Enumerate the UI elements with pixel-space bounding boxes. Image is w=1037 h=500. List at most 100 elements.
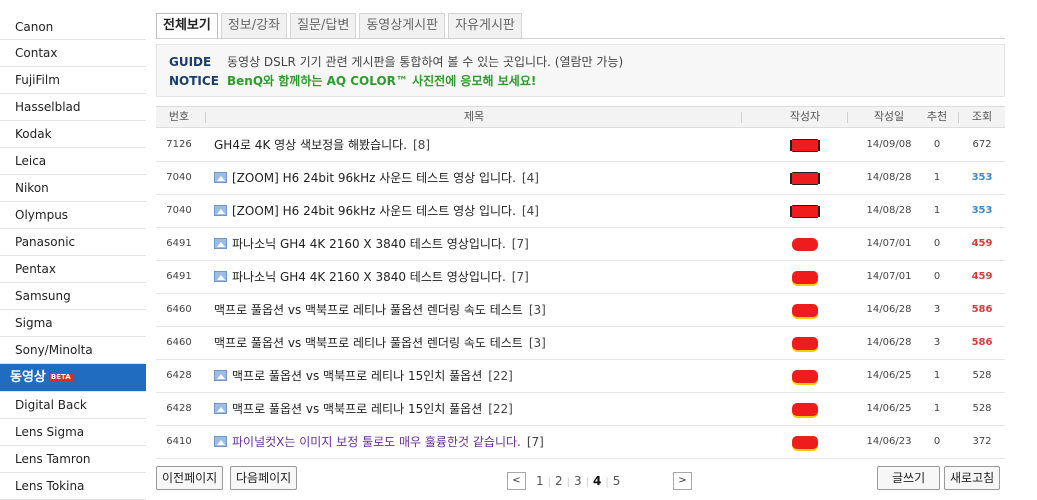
table-row[interactable]: 6460 맥프로 풀옵션 vs 맥북프로 레티나 풀옵션 렌더링 속도 테스트 [… — [156, 294, 1005, 327]
table-row[interactable]: 6428 맥프로 풀옵션 vs 맥북프로 레티나 15인치 풀옵션 [22] 14… — [156, 360, 1005, 393]
sidebar-item-panasonic[interactable]: Panasonic — [0, 229, 146, 256]
post-number: 6491 — [166, 271, 192, 282]
comment-count: [7] — [511, 237, 529, 251]
tab-free-board[interactable]: 자유게시판 — [448, 13, 522, 39]
guide-text: 동영상 DSLR 기기 관련 게시판을 통합하여 볼 수 있는 곳입니다. (열… — [227, 55, 624, 69]
post-title[interactable]: 맥프로 풀옵션 vs 맥북프로 레티나 15인치 풀옵션 — [232, 402, 482, 416]
write-button[interactable]: 글쓰기 — [877, 466, 941, 490]
post-date: 14/06/23 — [866, 436, 912, 447]
table-row[interactable]: 7126 GH4로 4K 영상 색보정을 해봤습니다. [8] 14/09/08 … — [156, 129, 1005, 162]
prev-page-button[interactable]: 이전페이지 — [156, 466, 224, 490]
next-page-button[interactable]: 다음페이지 — [230, 466, 298, 490]
header-author: 작성자 — [789, 110, 821, 123]
pagination-prev-button[interactable]: < — [507, 472, 526, 490]
post-title[interactable]: [ZOOM] H6 24bit 96kHz 사운드 테스트 영상 입니다. — [232, 171, 516, 185]
sidebar-item-samsung[interactable]: Samsung — [0, 283, 146, 310]
post-title[interactable]: 맥프로 풀옵션 vs 맥북프로 레티나 풀옵션 렌더링 속도 테스트 — [214, 303, 523, 317]
post-title-cell: [ZOOM] H6 24bit 96kHz 사운드 테스트 영상 입니다. [4] — [214, 162, 734, 194]
table-row[interactable]: 6491 파나소닉 GH4 4K 2160 X 3840 테스트 영상입니다. [… — [156, 228, 1005, 261]
sidebar-item-contax[interactable]: Contax — [0, 40, 146, 67]
table-row[interactable]: 7040 [ZOOM] H6 24bit 96kHz 사운드 테스트 영상 입니… — [156, 162, 1005, 195]
table-row[interactable]: 6428 맥프로 풀옵션 vs 맥북프로 레티나 15인치 풀옵션 [22] 14… — [156, 393, 1005, 426]
page-separator: | — [566, 477, 571, 488]
page-link-3[interactable]: 3 — [574, 474, 582, 488]
page-link-current[interactable]: 4 — [593, 474, 601, 488]
post-date: 14/07/01 — [866, 271, 912, 282]
author-cell — [776, 162, 834, 194]
header-views: 조회 — [971, 110, 993, 123]
sidebar-item-digital-back[interactable]: Digital Back — [0, 392, 146, 419]
post-number: 6428 — [166, 403, 192, 414]
page-separator: | — [585, 477, 590, 488]
author-redacted[interactable] — [792, 337, 818, 350]
sidebar-item-lens-sigma[interactable]: Lens Sigma — [0, 419, 146, 446]
tab-info[interactable]: 정보/강좌 — [220, 13, 288, 39]
sidebar-item-sony-minolta[interactable]: Sony/Minolta — [0, 337, 146, 364]
header-separator — [958, 112, 959, 123]
comment-count: [3] — [528, 303, 546, 317]
sidebar-item-video[interactable]: 동영상 BETA — [0, 364, 146, 392]
sidebar-item-nikon[interactable]: Nikon — [0, 175, 146, 202]
page-link-2[interactable]: 2 — [555, 474, 563, 488]
header-separator — [205, 112, 206, 123]
post-title[interactable]: 파나소닉 GH4 4K 2160 X 3840 테스트 영상입니다. — [232, 237, 506, 251]
recommend-count: 0 — [933, 436, 941, 447]
author-redacted[interactable] — [792, 205, 818, 218]
header-date: 작성일 — [873, 110, 905, 123]
tab-video-board[interactable]: 동영상게시판 — [359, 13, 446, 39]
post-title-cell: 맥프로 풀옵션 vs 맥북프로 레티나 풀옵션 렌더링 속도 테스트 [3] — [214, 294, 734, 326]
sidebar-item-sigma[interactable]: Sigma — [0, 310, 146, 337]
sidebar-item-hasselblad[interactable]: Hasselblad — [0, 94, 146, 121]
table-row[interactable]: 7040 [ZOOM] H6 24bit 96kHz 사운드 테스트 영상 입니… — [156, 195, 1005, 228]
comment-count: [22] — [488, 369, 513, 383]
image-icon — [214, 238, 227, 249]
image-icon — [214, 436, 227, 447]
sidebar-item-lens-tokina[interactable]: Lens Tokina — [0, 473, 146, 500]
sidebar-item-leica[interactable]: Leica — [0, 148, 146, 175]
page-link-5[interactable]: 5 — [613, 474, 621, 488]
sidebar-item-pentax[interactable]: Pentax — [0, 256, 146, 283]
table-row[interactable]: 6460 맥프로 풀옵션 vs 맥북프로 레티나 풀옵션 렌더링 속도 테스트 [… — [156, 327, 1005, 360]
post-date: 14/08/28 — [866, 205, 912, 216]
author-redacted[interactable] — [792, 304, 818, 317]
page-link-1[interactable]: 1 — [536, 474, 544, 488]
author-redacted[interactable] — [792, 436, 818, 449]
sidebar-item-olympus[interactable]: Olympus — [0, 202, 146, 229]
recommend-count: 1 — [933, 205, 941, 216]
page-separator: | — [605, 477, 609, 488]
view-count: 586 — [971, 337, 993, 348]
recommend-count: 1 — [933, 370, 941, 381]
image-icon — [214, 403, 227, 414]
post-title[interactable]: [ZOOM] H6 24bit 96kHz 사운드 테스트 영상 입니다. — [232, 204, 516, 218]
sidebar-item-canon[interactable]: Canon — [0, 0, 146, 40]
author-redacted[interactable] — [792, 238, 818, 251]
post-title-cell: GH4로 4K 영상 색보정을 해봤습니다. [8] — [214, 129, 734, 161]
pagination-next-button[interactable]: > — [673, 472, 692, 490]
notice-link[interactable]: BenQ와 함께하는 AQ COLOR™ 사진전에 응모해 보세요! — [227, 74, 536, 88]
post-number: 7126 — [166, 139, 192, 150]
post-title[interactable]: GH4로 4K 영상 색보정을 해봤습니다. — [214, 138, 407, 152]
post-number: 7040 — [166, 172, 192, 183]
author-redacted[interactable] — [792, 271, 818, 284]
post-title[interactable]: 파나소닉 GH4 4K 2160 X 3840 테스트 영상입니다. — [232, 270, 506, 284]
post-title[interactable]: 맥프로 풀옵션 vs 맥북프로 레티나 풀옵션 렌더링 속도 테스트 — [214, 336, 523, 350]
comment-count: [22] — [488, 402, 513, 416]
author-redacted[interactable] — [792, 139, 818, 152]
table-row[interactable]: 6410 파이널컷X는 이미지 보정 툴로도 매우 훌륭한것 같습니다. [7] … — [156, 426, 1005, 459]
post-title[interactable]: 파이널컷X는 이미지 보정 툴로도 매우 훌륭한것 같습니다. — [232, 435, 521, 449]
view-count: 353 — [971, 172, 993, 183]
sidebar-item-lens-tamron[interactable]: Lens Tamron — [0, 446, 146, 473]
author-redacted[interactable] — [792, 403, 818, 416]
author-redacted[interactable] — [792, 370, 818, 383]
refresh-button[interactable]: 새로고침 — [944, 466, 1001, 490]
post-title-cell: 맥프로 풀옵션 vs 맥북프로 레티나 15인치 풀옵션 [22] — [214, 393, 734, 425]
author-cell — [776, 393, 834, 425]
sidebar-item-fujifilm[interactable]: FujiFilm — [0, 67, 146, 94]
author-redacted[interactable] — [792, 172, 818, 185]
tab-all[interactable]: 전체보기 — [156, 13, 218, 39]
guide-label: GUIDE — [169, 55, 212, 69]
tab-qna[interactable]: 질문/답변 — [290, 13, 357, 39]
post-title[interactable]: 맥프로 풀옵션 vs 맥북프로 레티나 15인치 풀옵션 — [232, 369, 482, 383]
table-row[interactable]: 6491 파나소닉 GH4 4K 2160 X 3840 테스트 영상입니다. [… — [156, 261, 1005, 294]
sidebar-item-kodak[interactable]: Kodak — [0, 121, 146, 148]
